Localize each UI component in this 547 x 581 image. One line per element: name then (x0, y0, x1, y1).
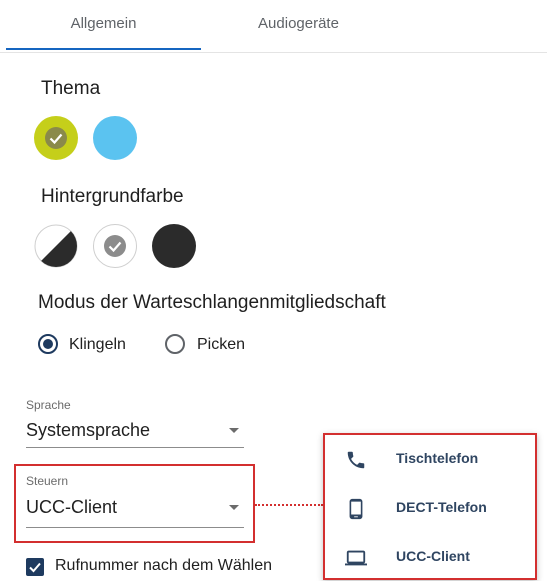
background-swatch-light[interactable] (93, 224, 137, 268)
menu-item-label: DECT-Telefon (396, 499, 487, 515)
theme-swatch-blue[interactable] (93, 116, 137, 160)
background-swatch-dark[interactable] (152, 224, 196, 268)
dial-option-label: Rufnummer nach dem Wählen (55, 557, 272, 574)
background-swatch-auto[interactable] (34, 224, 78, 268)
language-value: Systemsprache (26, 420, 151, 440)
chevron-down-icon (229, 428, 239, 433)
menu-item-tischtelefon[interactable]: Tischtelefon (325, 437, 535, 481)
tab-allgemein[interactable]: Allgemein (6, 0, 201, 52)
check-icon (104, 235, 126, 257)
language-underline (26, 447, 244, 448)
phone-icon (347, 451, 365, 469)
theme-swatch-yellow[interactable] (34, 116, 78, 160)
check-icon (45, 127, 67, 149)
control-dropdown-menu: Tischtelefon DECT-Telefon UCC-Client (323, 433, 537, 580)
control-value: UCC-Client (26, 497, 118, 517)
callout-connector (255, 504, 323, 506)
menu-item-ucc-client[interactable]: UCC-Client (325, 535, 535, 579)
radio-klingeln[interactable] (38, 334, 58, 354)
contrast-icon (34, 224, 78, 268)
laptop-icon (345, 550, 367, 566)
menu-item-label: UCC-Client (396, 548, 470, 564)
queue-mode-title: Modus der Warteschlangenmitgliedschaft (38, 292, 386, 313)
active-tab-indicator (6, 48, 201, 50)
radio-picken[interactable] (165, 334, 185, 354)
language-label: Sprache (26, 398, 71, 412)
menu-item-label: Tischtelefon (396, 450, 479, 466)
radio-klingeln-label: Klingeln (69, 336, 126, 353)
mobile-phone-icon (349, 498, 363, 520)
radio-picken-label: Picken (197, 336, 246, 353)
tab-audiogeraete[interactable]: Audiogeräte (201, 0, 396, 52)
checkmark-icon (29, 562, 41, 573)
control-underline (26, 527, 244, 528)
control-label: Steuern (26, 474, 69, 488)
chevron-down-icon (229, 505, 239, 510)
settings-tabs: Allgemein Audiogeräte (0, 0, 547, 53)
theme-title: Thema (41, 78, 101, 99)
menu-item-dect-telefon[interactable]: DECT-Telefon (325, 486, 535, 530)
dial-option-checkbox[interactable] (26, 558, 44, 576)
background-title: Hintergrundfarbe (41, 186, 184, 207)
